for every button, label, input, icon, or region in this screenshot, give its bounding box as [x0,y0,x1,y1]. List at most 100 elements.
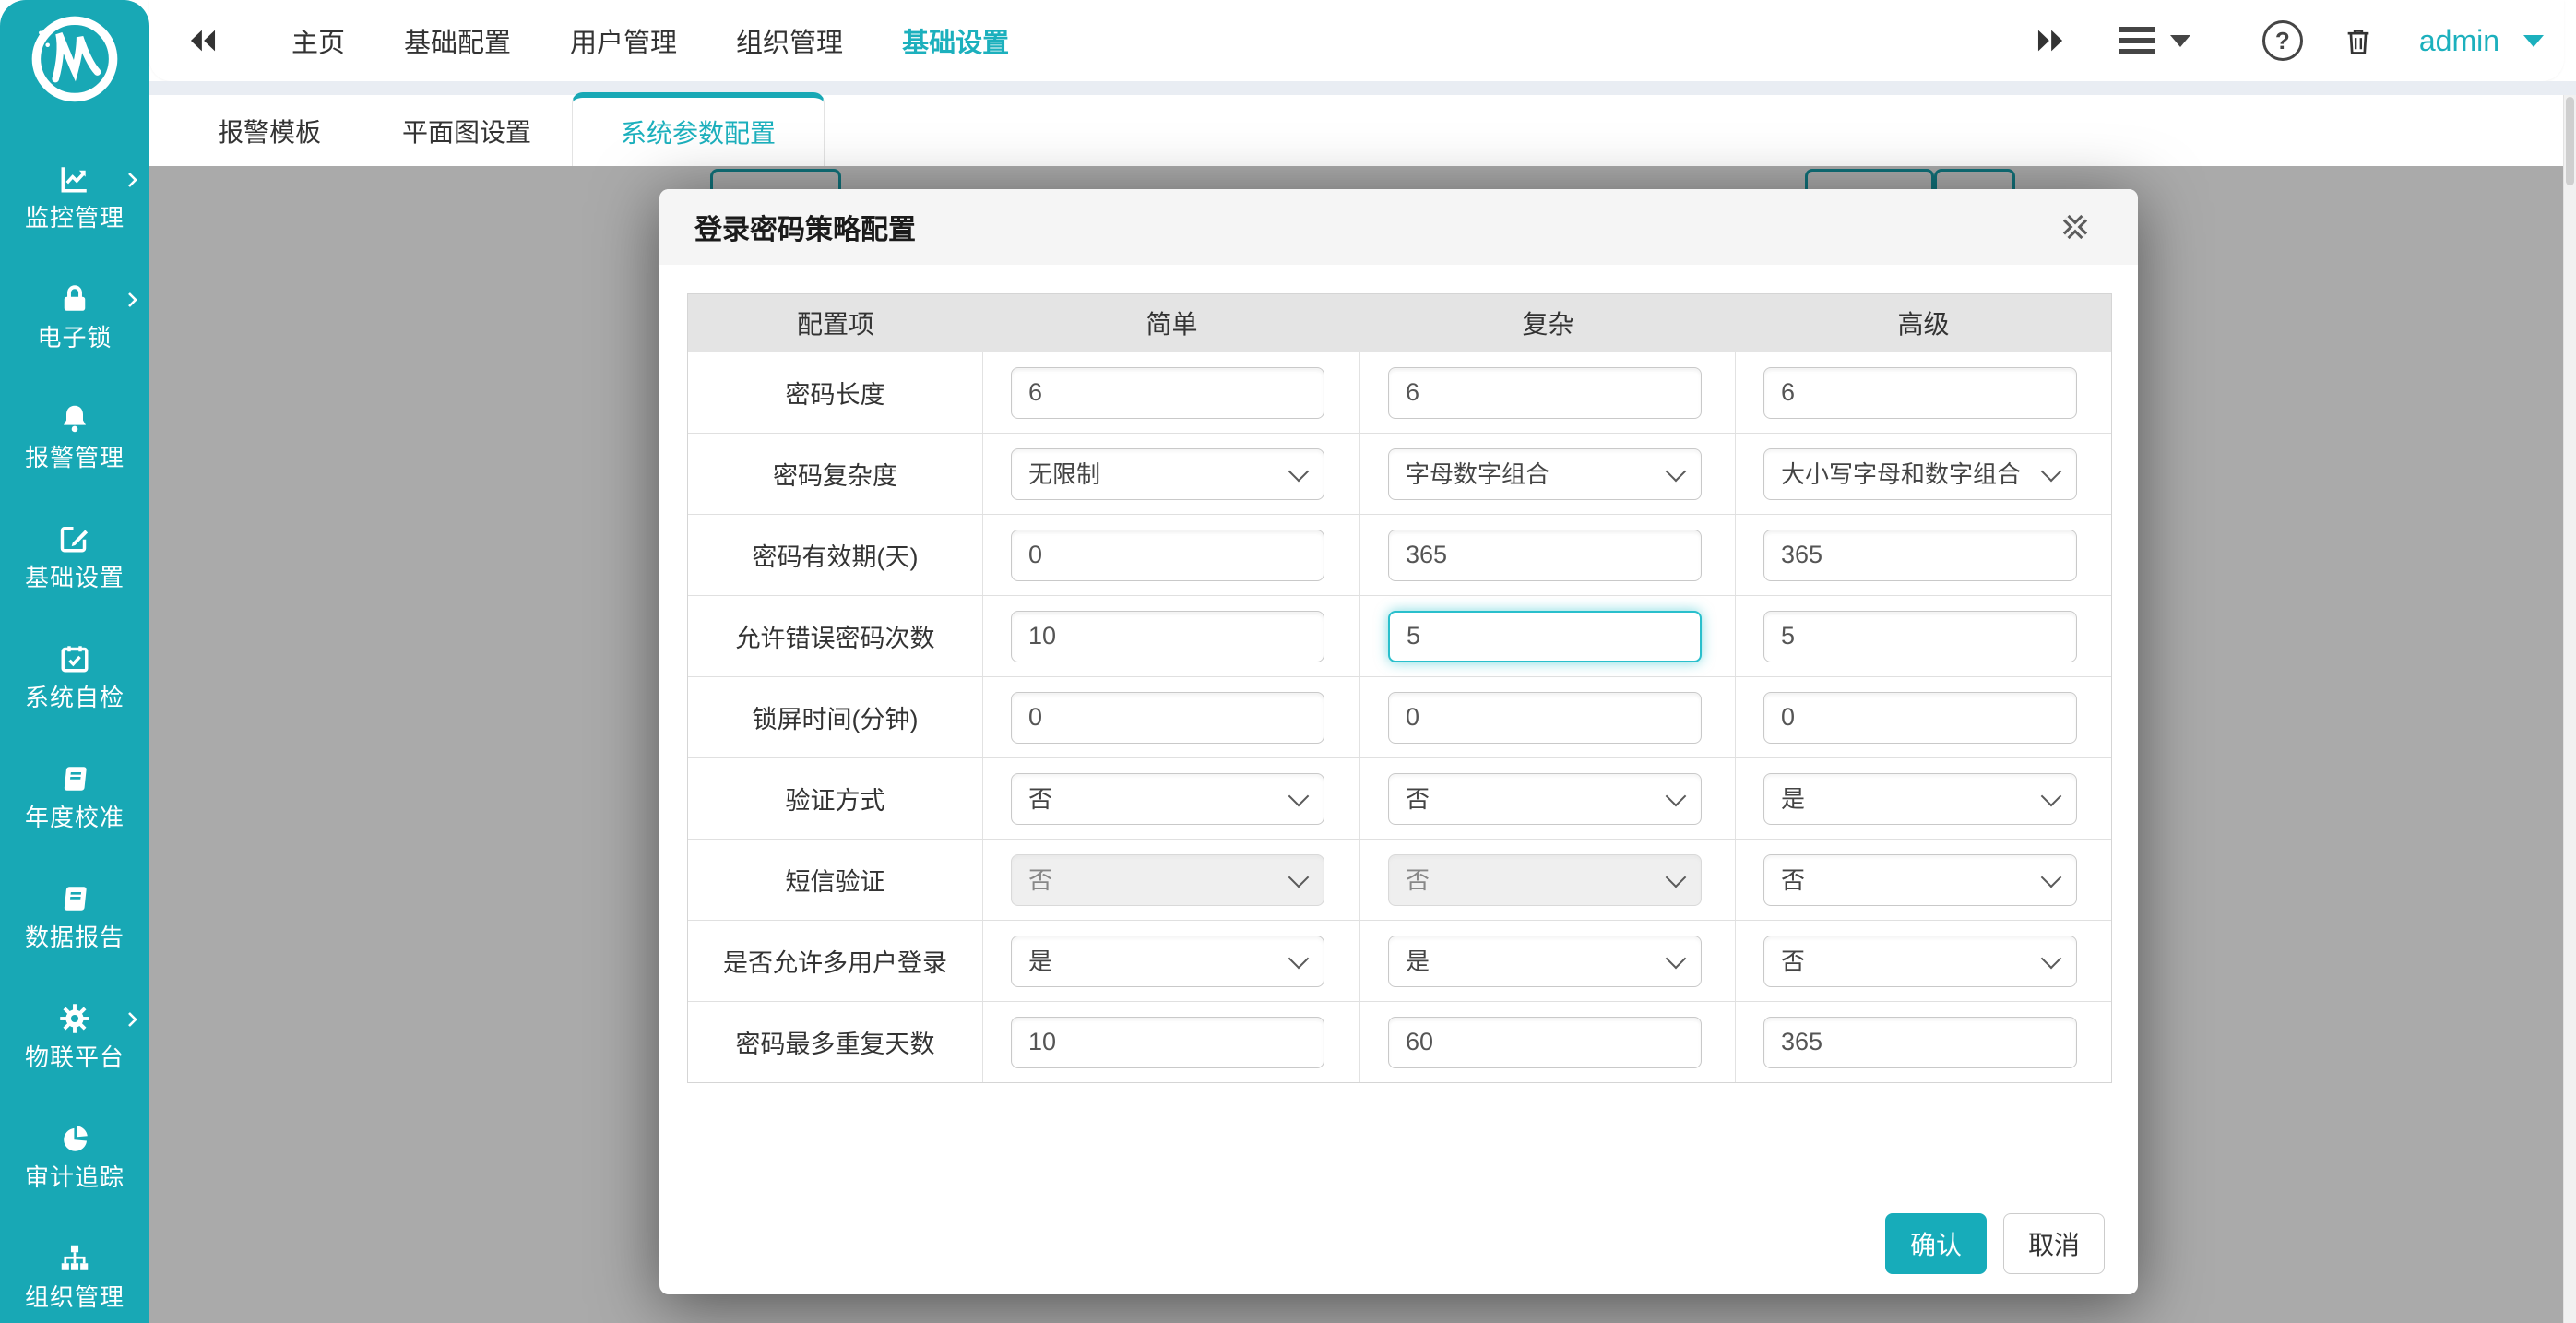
column-header: 复杂 [1360,294,1736,352]
policy-input[interactable] [1388,692,1702,744]
sidebar: 监控管理 电子锁 报警管理 基础设置 [0,0,149,1323]
policy-select[interactable]: 是 [1763,773,2077,825]
hamburger-icon [2119,27,2155,54]
policy-input[interactable] [1011,692,1324,744]
sidebar-item[interactable]: 数据报告 [0,882,149,1002]
password-policy-modal: 登录密码策略配置 配置项 简单 复杂 高级 密码长度 密码复杂度 无限制 字母数… [659,189,2138,1294]
policy-input[interactable] [1011,611,1324,662]
row-label: 短信验证 [688,840,983,920]
sidebar-item[interactable]: 电子锁 [0,282,149,402]
sidebar-menu: 监控管理 电子锁 报警管理 基础设置 [0,162,149,1323]
policy-select-wrap: 否 [1763,936,2077,987]
policy-input[interactable] [1763,611,2077,662]
policy-select[interactable]: 否 [1763,936,2077,987]
column-header: 高级 [1736,294,2111,352]
row-label: 密码复杂度 [688,434,983,514]
table-row: 密码最多重复天数 [688,1002,2111,1082]
policy-input[interactable] [1388,1017,1702,1068]
sidebar-item-label: 年度校准 [0,799,149,833]
confirm-button[interactable]: 确认 [1885,1213,1987,1274]
question-mark-icon: ? [2275,27,2290,55]
sidebar-item[interactable]: 审计追踪 [0,1122,149,1242]
sidebar-item[interactable]: 年度校准 [0,762,149,882]
policy-select-wrap: 是 [1011,936,1324,987]
sidebar-item[interactable]: 基础设置 [0,522,149,642]
top-nav-item[interactable]: 用户管理 [540,0,706,81]
bell-icon [57,402,92,435]
user-caret-down-icon[interactable] [2523,35,2544,47]
sidebar-item[interactable]: 组织管理 [0,1242,149,1323]
collapse-menu-button[interactable] [186,24,220,57]
policy-select[interactable]: 无限制 [1011,448,1324,500]
policy-input[interactable] [1011,1017,1324,1068]
policy-select[interactable]: 是 [1011,936,1324,987]
sidebar-item-label: 监控管理 [0,199,149,233]
row-label: 密码最多重复天数 [688,1002,983,1082]
policy-input[interactable] [1388,367,1702,419]
policy-select[interactable]: 字母数字组合 [1388,448,1702,500]
sidebar-item[interactable]: 监控管理 [0,162,149,282]
double-right-icon [2035,25,2066,56]
sidebar-item-label: 报警管理 [0,439,149,473]
edit-icon [57,522,92,555]
sidebar-item-label: 系统自检 [0,679,149,713]
top-nav-item[interactable]: 组织管理 [706,0,873,81]
policy-input[interactable] [1763,530,2077,581]
top-nav-item[interactable]: 主页 [262,0,374,81]
sidebar-item[interactable]: 物联平台 [0,1002,149,1122]
trash-button[interactable] [2342,23,2375,58]
policy-input[interactable] [1763,1017,2077,1068]
modal-header: 登录密码策略配置 [659,189,2138,265]
pie-chart-icon [57,1122,92,1155]
policy-select[interactable]: 大小写字母和数字组合 [1763,448,2077,500]
lock-icon [57,282,92,316]
sidebar-item[interactable]: 系统自检 [0,642,149,762]
trash-icon [2343,23,2374,58]
policy-select[interactable]: 否 [1388,854,1702,906]
policy-select-wrap: 是 [1388,936,1702,987]
tab[interactable]: 平面图设置 [362,95,572,166]
policy-select[interactable]: 是 [1388,936,1702,987]
policy-input[interactable] [1011,530,1324,581]
policy-select[interactable]: 否 [1388,773,1702,825]
top-nav-item[interactable]: 基础配置 [374,0,540,81]
top-nav-item[interactable]: 基础设置 [873,0,1039,81]
page-scrollbar[interactable] [2563,95,2576,1323]
expand-menu-button[interactable] [2034,24,2067,57]
policy-input[interactable] [1763,692,2077,744]
tab[interactable]: 报警模板 [177,95,362,166]
policy-table: 配置项 简单 复杂 高级 密码长度 密码复杂度 无限制 字母数字组合 大小写字母… [687,293,2112,1083]
user-menu[interactable]: admin [2419,24,2499,58]
chevron-right-icon [125,291,140,309]
row-label: 是否允许多用户登录 [688,921,983,1001]
policy-input[interactable] [1388,530,1702,581]
sidebar-item[interactable]: 报警管理 [0,402,149,522]
policy-select-wrap: 否 [1388,854,1702,906]
policy-input-focused[interactable] [1388,611,1702,662]
table-row: 验证方式 否 否 是 [688,758,2111,840]
sidebar-item-label: 电子锁 [0,319,149,353]
sidebar-item-label: 组织管理 [0,1279,149,1313]
table-row: 密码复杂度 无限制 字母数字组合 大小写字母和数字组合 [688,434,2111,515]
sitemap-icon [57,1242,92,1275]
policy-select[interactable]: 否 [1011,854,1324,906]
row-label: 密码有效期(天) [688,515,983,595]
tab[interactable]: 系统参数配置 [572,92,825,166]
policy-select-wrap: 否 [1763,854,2077,906]
help-button[interactable]: ? [2262,20,2303,61]
scrollbar-thumb[interactable] [2566,97,2574,185]
cancel-button[interactable]: 取消 [2003,1213,2105,1274]
policy-input[interactable] [1763,367,2077,419]
table-header-row: 配置项 简单 复杂 高级 [688,294,2111,352]
policy-select-wrap: 字母数字组合 [1388,448,1702,500]
table-row: 短信验证 否 否 否 [688,840,2111,921]
policy-select[interactable]: 否 [1763,854,2077,906]
chart-line-icon [57,162,92,196]
policy-select[interactable]: 否 [1011,773,1324,825]
header-divider-band [149,81,2576,95]
sidebar-item-label: 数据报告 [0,919,149,953]
menu-button[interactable] [2119,27,2190,54]
close-button[interactable] [2059,210,2092,244]
row-label: 密码长度 [688,352,983,433]
policy-input[interactable] [1011,367,1324,419]
